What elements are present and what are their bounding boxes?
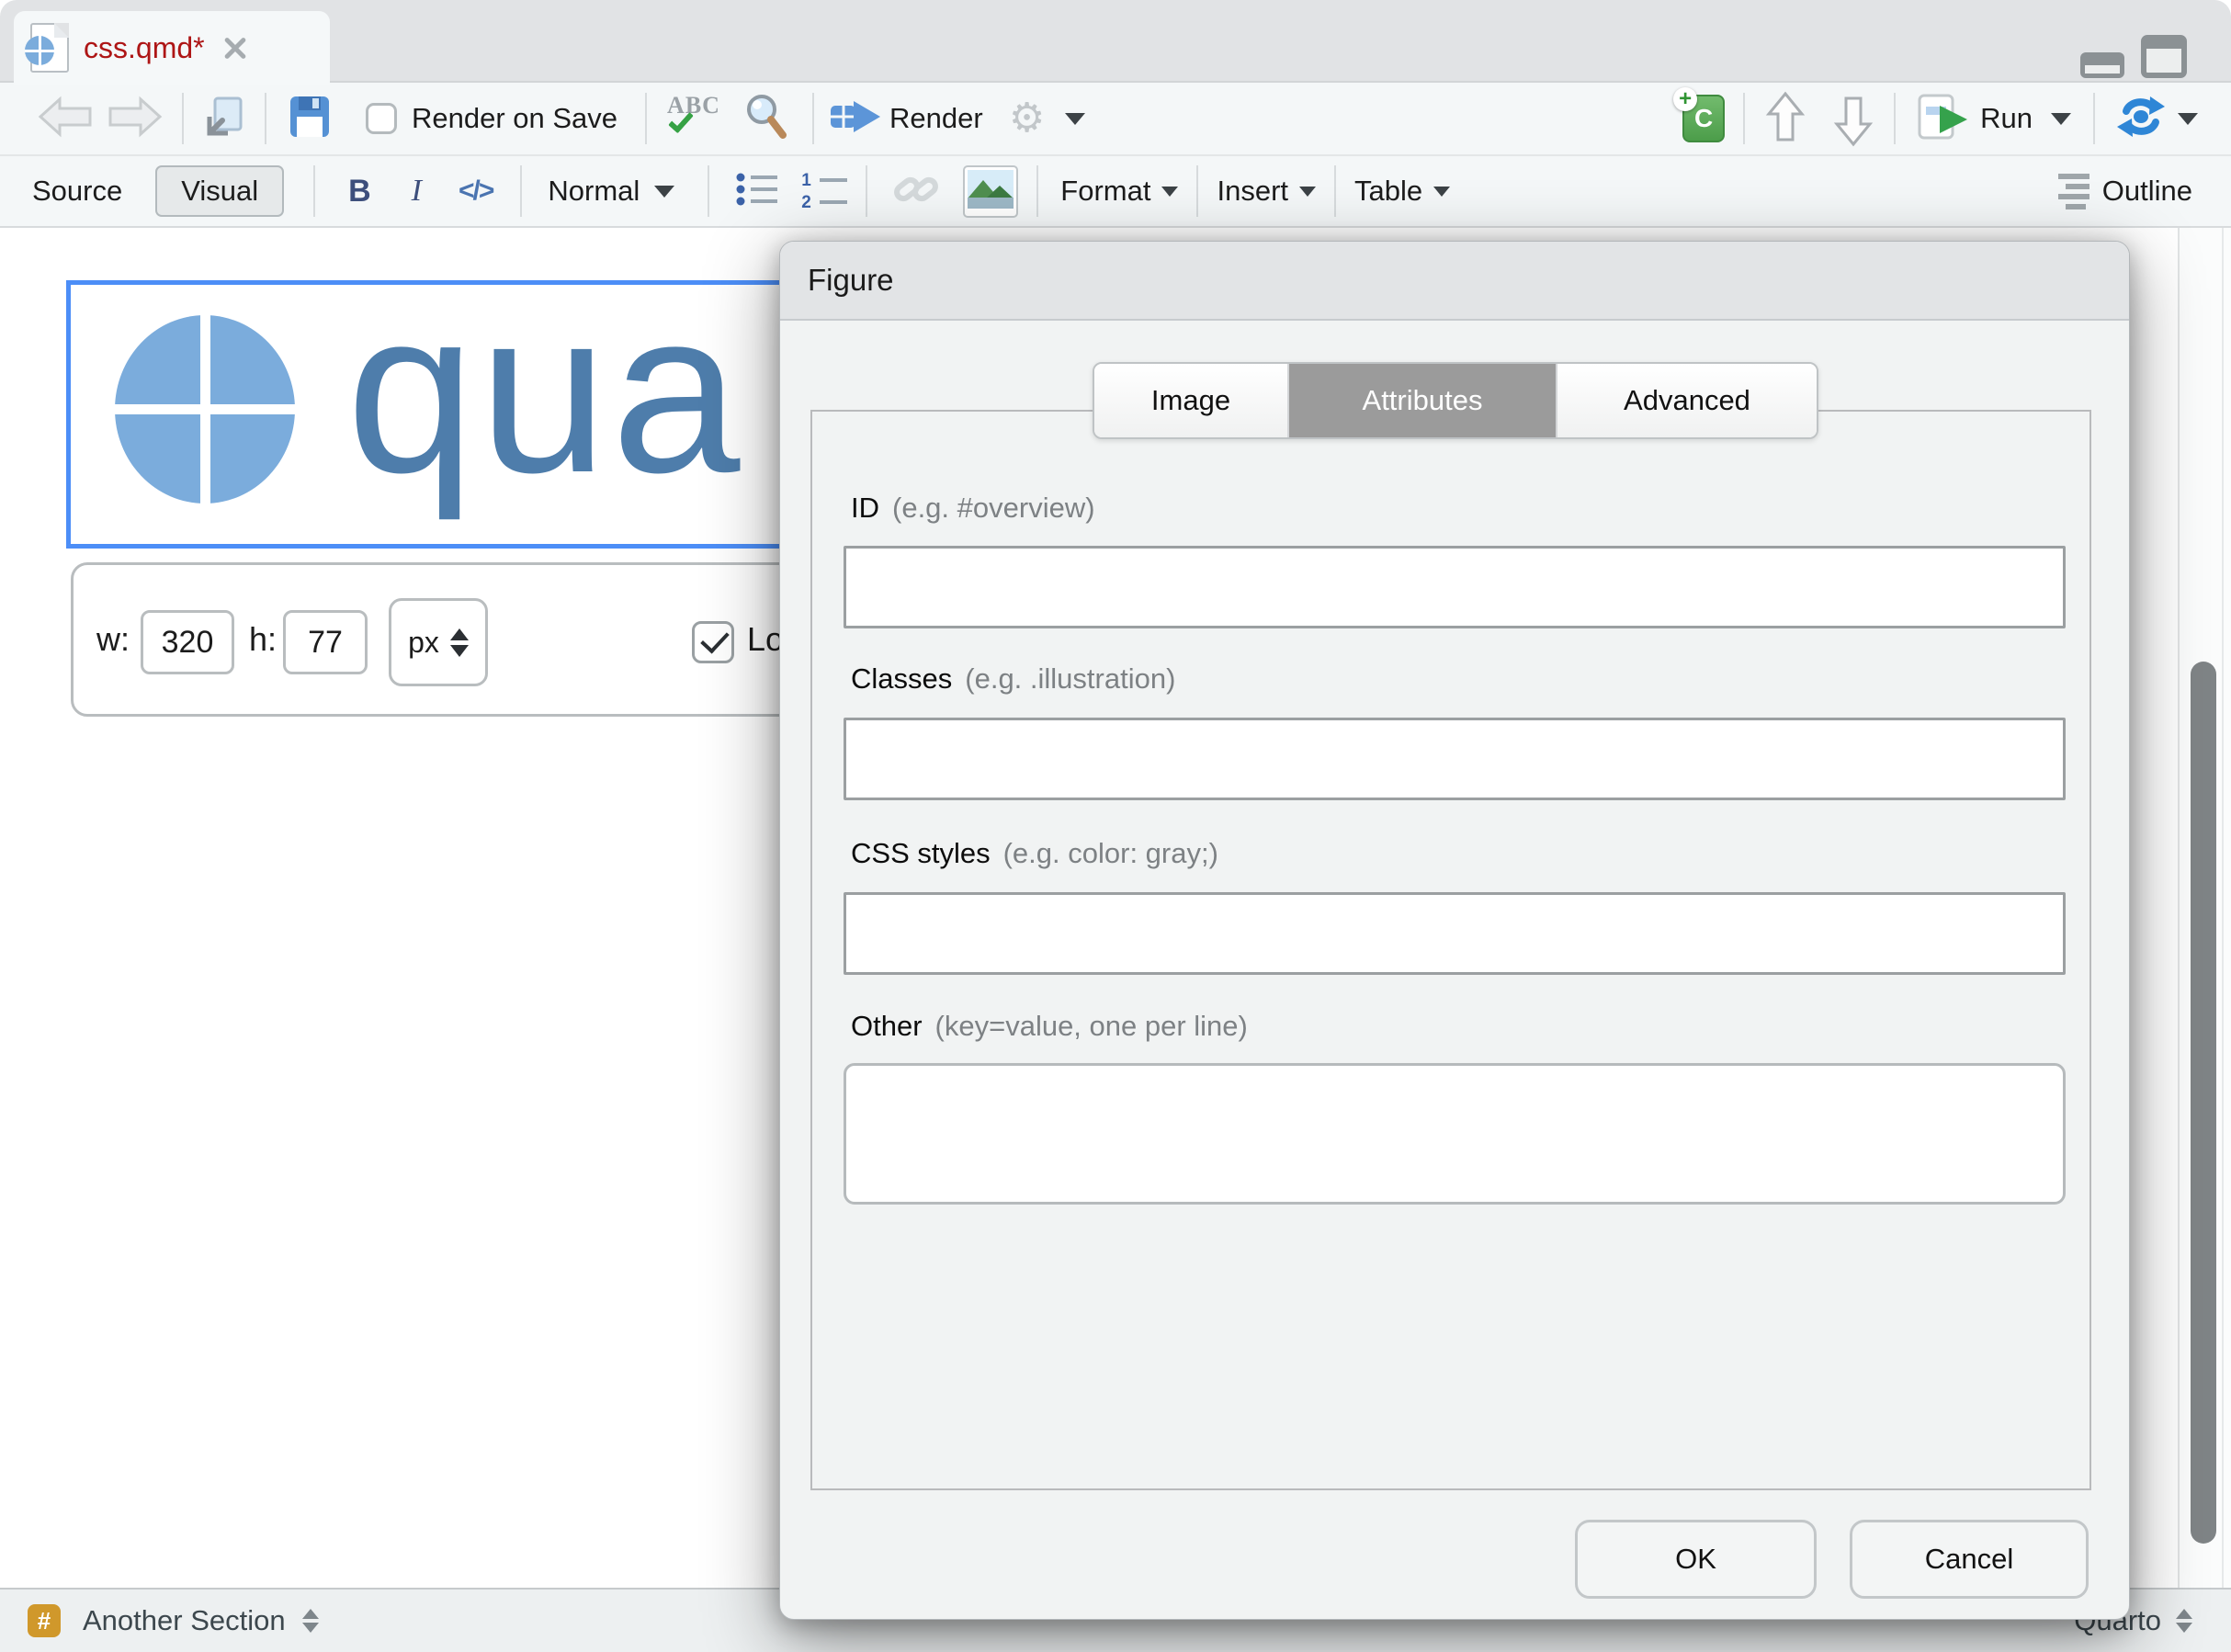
spellcheck-icon[interactable]: ABC — [667, 92, 726, 145]
outline-icon — [2058, 174, 2089, 209]
classes-input[interactable] — [844, 718, 2066, 800]
scrollbar-thumb[interactable] — [2191, 662, 2216, 1544]
editor-toolbar: Render on Save ABC — [0, 83, 2231, 154]
width-label: w: — [96, 620, 130, 659]
visual-editor-format-bar: Source Visual B I </> Normal 1 2 — [0, 154, 2231, 228]
format-menu-caret-icon[interactable] — [1161, 187, 1178, 197]
rstudio-window: css.qmd* — [0, 0, 2231, 1652]
height-label: h: — [249, 620, 277, 659]
height-input[interactable] — [283, 610, 368, 674]
file-tab-css-qmd[interactable]: css.qmd* — [14, 11, 330, 85]
search-icon[interactable] — [742, 92, 788, 146]
table-menu[interactable]: Table — [1354, 175, 1422, 208]
code-button[interactable]: </> — [459, 175, 493, 207]
units-stepper-icon — [450, 628, 469, 657]
render-on-save-label: Render on Save — [412, 102, 617, 135]
mode-selector-caret-icon — [2176, 1609, 2192, 1633]
id-field-label: ID(e.g. #overview) — [851, 492, 1095, 525]
lock-ratio-checkbox[interactable] — [692, 621, 734, 663]
format-menu[interactable]: Format — [1060, 175, 1150, 208]
classes-field-label: Classes(e.g. .illustration) — [851, 662, 1175, 696]
source-mode-button[interactable]: Source — [32, 175, 122, 208]
tab-image[interactable]: Image — [1094, 364, 1289, 437]
section-navigator-caret-icon[interactable] — [302, 1609, 319, 1633]
cancel-button[interactable]: Cancel — [1850, 1520, 2089, 1599]
insert-image-icon[interactable] — [963, 165, 1018, 218]
file-tab-title: css.qmd* — [84, 31, 205, 65]
other-field-label: Other(key=value, one per line) — [851, 1010, 1248, 1043]
tab-advanced[interactable]: Advanced — [1556, 364, 1817, 437]
section-navigator[interactable]: Another Section — [83, 1604, 286, 1637]
section-marker-chip: # — [28, 1604, 61, 1637]
bold-button[interactable]: B — [348, 174, 371, 209]
run-options-caret-icon[interactable] — [2051, 113, 2071, 125]
id-input[interactable] — [844, 546, 2066, 628]
open-in-new-window-icon[interactable] — [200, 95, 246, 143]
forward-arrow-icon[interactable] — [105, 93, 165, 145]
maximize-pane-icon[interactable] — [2141, 35, 2187, 78]
visual-mode-button[interactable]: Visual — [155, 165, 284, 217]
tab-attributes[interactable]: Attributes — [1289, 364, 1556, 437]
rerun-options-caret-icon[interactable] — [2178, 113, 2198, 125]
paragraph-style-dropdown[interactable]: Normal — [548, 175, 640, 208]
dialog-title: Figure — [808, 263, 894, 298]
minimize-pane-icon[interactable] — [2080, 52, 2124, 78]
italic-button[interactable]: I — [412, 174, 422, 209]
render-icon — [829, 97, 882, 141]
units-dropdown[interactable]: px — [389, 598, 488, 686]
figure-dialog: Figure Image Attributes Advanced ID(e.g.… — [779, 241, 2130, 1620]
link-icon[interactable] — [891, 167, 941, 216]
vertical-scrollbar[interactable] — [2178, 228, 2231, 1588]
save-icon[interactable] — [289, 95, 331, 143]
quarto-logo-icon — [115, 315, 295, 504]
dialog-tabstrip: Image Attributes Advanced — [1093, 362, 1818, 439]
numbered-list-icon[interactable]: 1 2 — [801, 172, 847, 211]
quarto-file-icon — [30, 23, 69, 73]
width-input[interactable] — [141, 610, 234, 674]
insert-menu-caret-icon[interactable] — [1299, 187, 1316, 197]
ok-button[interactable]: OK — [1575, 1520, 1817, 1599]
rerun-icon[interactable] — [2115, 96, 2167, 142]
run-icon — [1918, 94, 1971, 144]
render-options-caret-icon[interactable] — [1065, 113, 1085, 125]
back-arrow-icon[interactable] — [35, 93, 96, 145]
close-tab-icon[interactable] — [223, 36, 247, 60]
css-styles-field-label: CSS styles(e.g. color: gray;) — [851, 837, 1218, 870]
css-styles-input[interactable] — [844, 892, 2066, 975]
go-to-next-chunk-icon[interactable] — [1833, 90, 1874, 148]
outline-toggle-button[interactable]: Outline — [2102, 175, 2192, 208]
gear-icon[interactable]: ⚙ — [1009, 98, 1045, 139]
paragraph-style-caret-icon[interactable] — [654, 186, 674, 198]
file-tabstrip: css.qmd* — [0, 0, 2231, 83]
render-button[interactable]: Render — [889, 102, 983, 135]
insert-chunk-icon[interactable]: C + — [1682, 95, 1725, 142]
figure-dialog-titlebar[interactable]: Figure — [780, 242, 2129, 321]
table-menu-caret-icon[interactable] — [1433, 187, 1450, 197]
units-value: px — [408, 626, 439, 660]
bulleted-list-icon[interactable] — [735, 170, 779, 213]
other-input[interactable] — [844, 1063, 2066, 1205]
quarto-logo-text: qua — [346, 280, 743, 525]
run-button[interactable]: Run — [1980, 102, 2033, 135]
render-on-save-checkbox[interactable] — [366, 103, 397, 134]
insert-menu[interactable]: Insert — [1217, 175, 1288, 208]
go-to-previous-chunk-icon[interactable] — [1765, 90, 1806, 148]
